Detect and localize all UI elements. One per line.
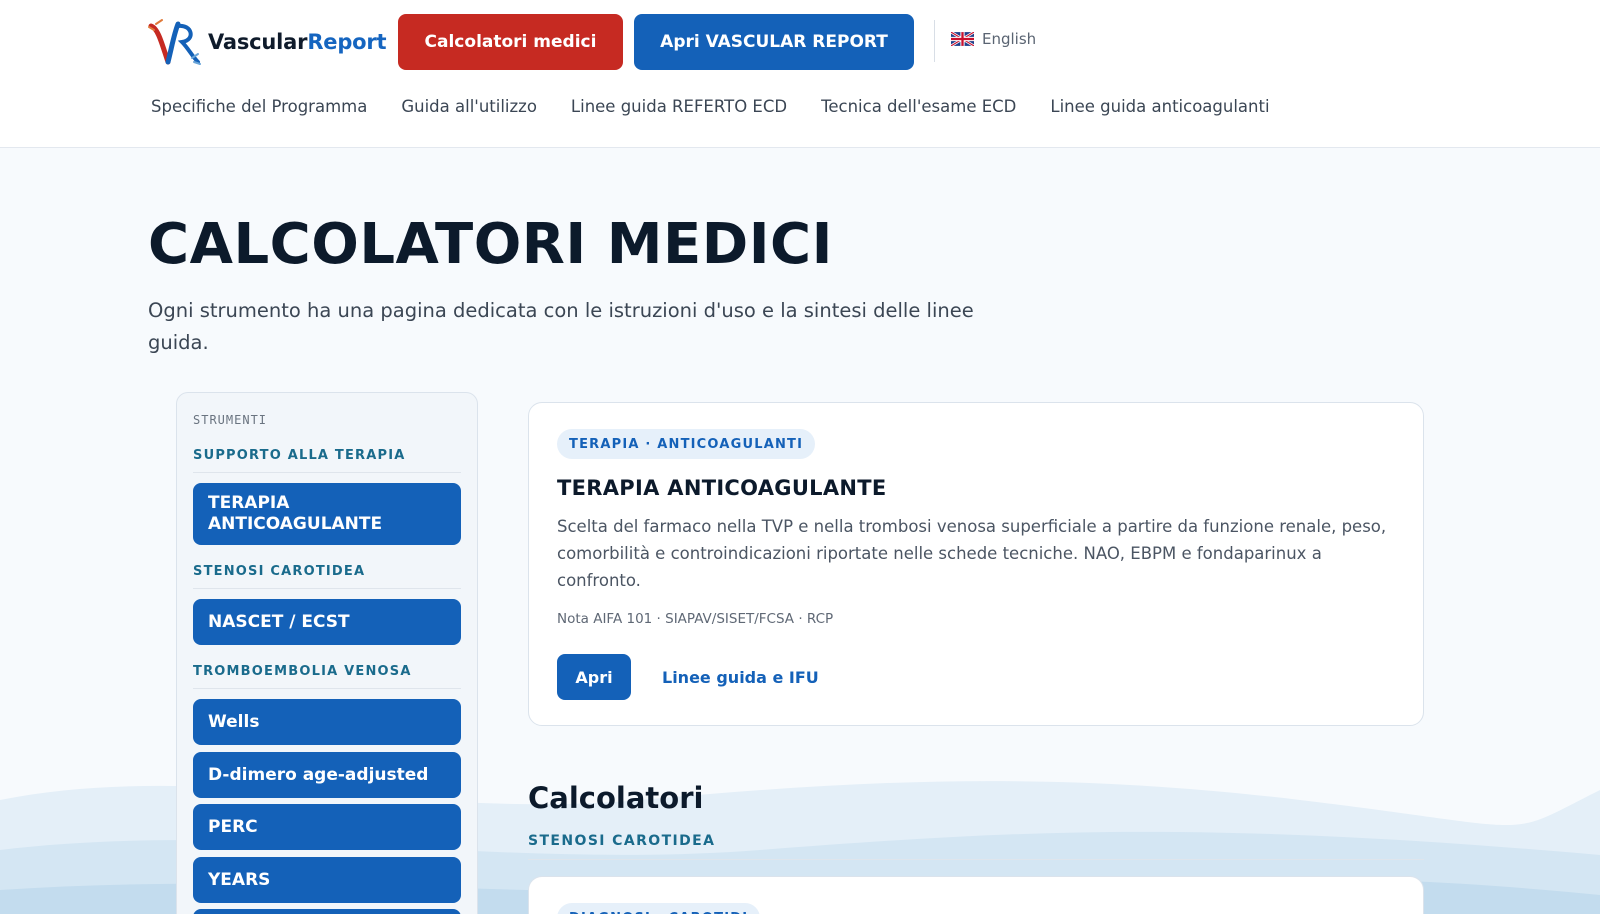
sidebar-caption: STRUMENTI [193, 413, 268, 427]
tools-sidebar: STRUMENTI SUPPORTO ALLA TERAPIA TERAPIA … [176, 392, 478, 914]
guidelines-link[interactable]: Linee guida e IFU [662, 668, 819, 687]
sidebar-item-perc[interactable]: PERC [193, 804, 461, 850]
page-subtitle: Ogni strumento ha una pagina dedicata co… [148, 299, 974, 354]
nav-item-tecnica-esame[interactable]: Tecnica dell'esame ECD [821, 97, 1016, 116]
logo-text: VascularReport [208, 30, 387, 54]
sidebar-section-title: SUPPORTO ALLA TERAPIA [193, 448, 461, 473]
header-divider [934, 20, 935, 62]
calculators-button[interactable]: Calcolatori medici [398, 14, 623, 70]
card-description: Scelta del farmaco nella TVP e nella tro… [557, 517, 1387, 590]
category-tag: TERAPIA · ANTICOAGULANTI [557, 429, 816, 459]
nav-item-linee-guida-anticoagulanti[interactable]: Linee guida anticoagulanti [1050, 97, 1269, 116]
card-references: Nota AIFA 101 · SIAPAV/SISET/FCSA · RCP [557, 611, 834, 627]
category-tag: DIAGNOSI · CAROTIDI [557, 903, 761, 914]
sidebar-section-title: STENOSI CAROTIDEA [193, 564, 461, 589]
sidebar-item-wells[interactable]: Wells [193, 699, 461, 745]
vascular-logo-icon [148, 19, 201, 65]
main-nav: Specifiche del Programma Guida all'utili… [151, 97, 1304, 116]
uk-flag-icon [951, 32, 974, 46]
sidebar-item-partial[interactable] [193, 909, 461, 914]
nav-item-linee-guida-referto[interactable]: Linee guida REFERTO ECD [571, 97, 787, 116]
section-title: Calcolatori [528, 781, 704, 815]
open-button[interactable]: Apri [557, 654, 631, 700]
sidebar-item-years[interactable]: YEARS [193, 857, 461, 903]
category-heading: STENOSI CAROTIDEA [528, 833, 1424, 860]
sidebar-item-nascet-ecst[interactable]: NASCET / ECST [193, 599, 461, 645]
featured-tool-card: TERAPIA · ANTICOAGULANTI TERAPIA ANTICOA… [528, 402, 1424, 726]
calculator-card: DIAGNOSI · CAROTIDI [528, 876, 1424, 914]
open-report-button[interactable]: Apri VASCULAR REPORT [634, 14, 914, 70]
logo[interactable]: VascularReport [148, 18, 387, 66]
sidebar-section-title: TROMBOEMBOLIA VENOSA [193, 664, 461, 689]
site-header: VascularReport Calcolatori medici Apri V… [0, 0, 1600, 148]
sidebar-item-terapia-anticoagulante[interactable]: TERAPIA ANTICOAGULANTE [193, 483, 461, 545]
sidebar-item-d-dimero[interactable]: D-dimero age-adjusted [193, 752, 461, 798]
language-switch[interactable]: English [951, 30, 1036, 48]
nav-item-guida[interactable]: Guida all'utilizzo [401, 97, 537, 116]
page-title: CALCOLATORI MEDICI [148, 212, 833, 277]
nav-item-specifiche[interactable]: Specifiche del Programma [151, 97, 367, 116]
language-label: English [982, 30, 1037, 48]
card-title: TERAPIA ANTICOAGULANTE [557, 476, 887, 500]
